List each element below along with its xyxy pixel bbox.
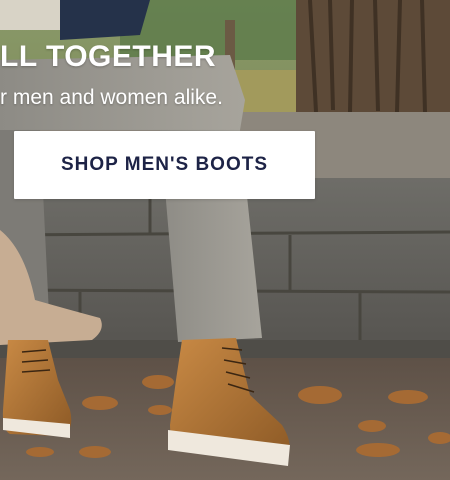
hero-headline: LL TOGETHER [0,40,217,73]
hero-subheadline: r men and women alike. [0,86,223,109]
hero-banner: LL TOGETHER r men and women alike. SHOP … [0,0,450,480]
shop-mens-boots-button[interactable]: SHOP MEN'S BOOTS [14,131,315,199]
